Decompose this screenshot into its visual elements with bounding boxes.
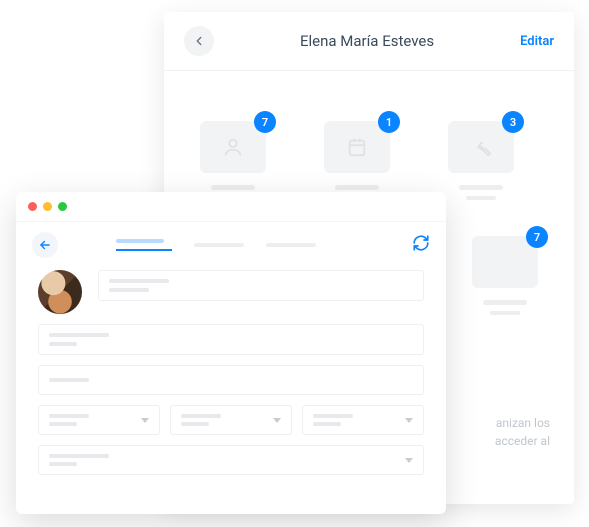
placeholder-line (181, 422, 209, 426)
tab-bar (116, 239, 394, 251)
chevron-down-icon (405, 418, 413, 423)
placeholder-line (181, 414, 221, 418)
tab-active[interactable] (116, 239, 172, 251)
placeholder-line (109, 279, 169, 283)
placeholder-line (313, 414, 353, 418)
select-input[interactable] (38, 405, 160, 435)
folder-box: 3 (448, 121, 514, 173)
count-badge: 7 (254, 111, 276, 133)
tab[interactable] (194, 243, 244, 247)
form-toolbar (16, 222, 446, 264)
person-icon (222, 136, 244, 158)
folder-box: 7 (472, 236, 538, 288)
placeholder-line (459, 185, 503, 190)
placeholder-line (313, 422, 341, 426)
folder-box: 7 (200, 121, 266, 173)
placeholder-line (49, 422, 77, 426)
form-body (16, 264, 446, 491)
count-badge: 3 (502, 111, 524, 133)
select-input[interactable] (302, 405, 424, 435)
text-input[interactable] (98, 270, 424, 301)
refresh-button[interactable] (412, 234, 430, 256)
refresh-icon (412, 234, 430, 252)
back-button[interactable] (32, 232, 58, 258)
placeholder-line (466, 196, 496, 200)
text-input[interactable] (38, 324, 424, 355)
count-badge: 1 (378, 111, 400, 133)
partial-hint-text: anizan los acceder al (495, 414, 550, 450)
placeholder-line (335, 185, 379, 190)
contact-name: Elena María Esteves (214, 32, 520, 50)
placeholder-line (49, 378, 89, 382)
form-window (16, 192, 446, 514)
folder-item[interactable]: 3 (442, 121, 520, 200)
select-row (38, 405, 424, 435)
placeholder-line (49, 333, 109, 337)
tab[interactable] (266, 243, 316, 247)
profile-row (38, 270, 424, 314)
maximize-dot-icon[interactable] (58, 202, 67, 211)
chevron-down-icon (273, 418, 281, 423)
avatar[interactable] (38, 270, 82, 314)
detail-header: Elena María Esteves Editar (164, 12, 574, 71)
folder-item[interactable]: 1 (318, 121, 396, 200)
placeholder-line (483, 300, 527, 305)
placeholder-line (49, 414, 89, 418)
hint-line: anizan los (496, 416, 550, 430)
chevron-down-icon (405, 458, 413, 463)
folder-grid: 7 1 3 (164, 71, 574, 200)
select-input[interactable] (38, 445, 424, 475)
folder-box: 1 (324, 121, 390, 173)
back-button[interactable] (184, 26, 214, 56)
count-badge: 7 (526, 226, 548, 248)
placeholder-line (49, 454, 109, 458)
hint-line: acceder al (495, 434, 550, 448)
placeholder-line (49, 342, 77, 346)
text-input[interactable] (38, 365, 424, 395)
arrow-left-icon (38, 238, 52, 252)
folder-item[interactable]: 7 (194, 121, 272, 200)
select-input[interactable] (170, 405, 292, 435)
chevron-down-icon (141, 418, 149, 423)
minimize-dot-icon[interactable] (43, 202, 52, 211)
window-titlebar (16, 192, 446, 222)
folder-item[interactable]: 7 (466, 236, 544, 315)
placeholder-line (116, 239, 164, 243)
arrow-left-icon (192, 34, 206, 48)
placeholder-line (211, 185, 255, 190)
calendar-icon (346, 136, 368, 158)
placeholder-line (109, 288, 149, 292)
wrench-icon (470, 136, 492, 158)
close-dot-icon[interactable] (28, 202, 37, 211)
placeholder-line (490, 311, 520, 315)
placeholder-line (49, 462, 77, 466)
edit-button[interactable]: Editar (520, 34, 554, 49)
